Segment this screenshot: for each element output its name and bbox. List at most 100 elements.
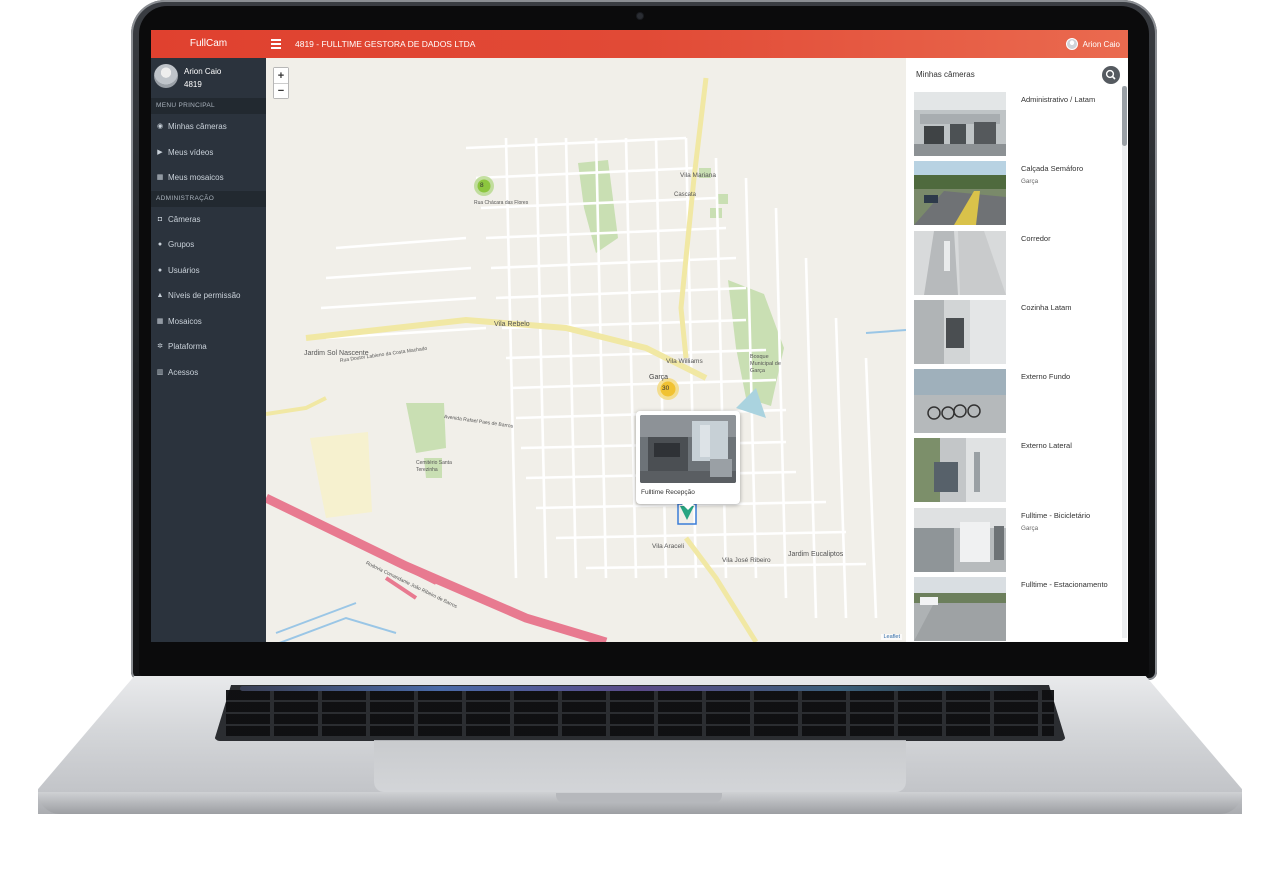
cameras-panel: Minhas câmeras Administrativo / Latam Ca… bbox=[906, 58, 1128, 642]
map-attribution-link[interactable]: Leaflet bbox=[881, 634, 902, 640]
bosque-area bbox=[728, 280, 784, 406]
grid-icon: ▦ bbox=[156, 317, 164, 325]
camera-thumbnail[interactable] bbox=[914, 230, 1006, 295]
play-icon: ▶ bbox=[157, 148, 163, 156]
sidebar-item-meus-mosaicos[interactable]: ▦ Meus mosaicos bbox=[151, 165, 266, 191]
scrollbar-thumb[interactable] bbox=[1122, 86, 1127, 146]
camera-list: Administrativo / Latam Calçada Semáforo … bbox=[906, 90, 1124, 642]
camera-list-item[interactable]: Calçada Semáforo Garça bbox=[906, 159, 1124, 228]
search-button[interactable] bbox=[1102, 66, 1120, 84]
popup-tip bbox=[681, 503, 695, 510]
camera-thumbnail[interactable] bbox=[914, 577, 1006, 642]
camera-list-item[interactable]: Corredor bbox=[906, 229, 1124, 298]
company-title: 4819 - FULLTIME GESTORA DE DADOS LTDA bbox=[295, 39, 476, 49]
sidebar-item-mosaicos[interactable]: ▦ Mosaicos bbox=[151, 309, 266, 335]
sidebar-item-plataforma[interactable]: ✲ Plataforma bbox=[151, 334, 266, 360]
menu-toggle-icon[interactable] bbox=[271, 37, 281, 51]
camera-list-item[interactable]: Externo Lateral bbox=[906, 436, 1124, 505]
webcam-icon bbox=[637, 13, 643, 19]
map-label: Vila José Ribeiro bbox=[722, 557, 771, 564]
map-label: Vila Mariana bbox=[680, 172, 717, 179]
user-menu[interactable]: Arion Caio bbox=[1065, 30, 1120, 58]
camera-list-item[interactable]: Externo Fundo bbox=[906, 367, 1124, 436]
brand-logo[interactable]: FullCam bbox=[151, 30, 266, 58]
trackpad bbox=[374, 740, 906, 792]
camera-name: Fulltime - Bicicletário bbox=[1021, 510, 1091, 520]
sidebar-item-label: Níveis de permissão bbox=[168, 291, 241, 300]
cemetery-area bbox=[406, 403, 446, 453]
sidebar-item-label: Grupos bbox=[168, 240, 195, 249]
search-icon bbox=[1105, 69, 1116, 80]
street-grid bbox=[320, 136, 878, 619]
camera-location: Garça bbox=[1021, 524, 1039, 532]
sidebar-item-label: Câmeras bbox=[168, 214, 201, 224]
river-east bbox=[865, 329, 906, 334]
camera-thumbnail[interactable] bbox=[914, 161, 1006, 226]
sidebar-item-niveis[interactable]: ▲ Níveis de permissão bbox=[151, 283, 266, 309]
sidebar-item-label: Minhas câmeras bbox=[168, 122, 227, 131]
sidebar: Arion Caio 4819 MENU PRINCIPAL ◉ Minhas c… bbox=[151, 58, 266, 642]
cogs-icon: ✲ bbox=[157, 343, 163, 350]
map-label: Garça bbox=[649, 374, 669, 381]
camera-popup[interactable]: Fulltime Recepção bbox=[636, 411, 740, 510]
bar-chart-icon: ▥ bbox=[156, 368, 164, 376]
users-icon: ● bbox=[157, 241, 163, 248]
cluster-label-8[interactable]: 8 bbox=[480, 182, 484, 189]
sidebar-item-minhas-cameras[interactable]: ◉ Minhas câmeras bbox=[151, 114, 266, 140]
stage: FullCam 4819 - FULLTIME GESTORA DE DADOS… bbox=[0, 0, 1279, 878]
map-label: Rua Chácara das Flores bbox=[474, 200, 529, 206]
camera-name: Externo Lateral bbox=[1021, 441, 1072, 451]
camera-list-item[interactable]: Fulltime - Estacionamento bbox=[906, 575, 1124, 642]
camera-name: Fulltime - Estacionamento bbox=[1021, 580, 1108, 590]
camera-list-item[interactable]: Cozinha Latam bbox=[906, 298, 1124, 367]
map[interactable]: 8 30 Vila Mariana Vila Rebelo Jardim Sol… bbox=[266, 58, 906, 642]
camera-thumbnail[interactable] bbox=[914, 369, 1006, 434]
camera-name: Calçada Semáforo bbox=[1021, 164, 1084, 174]
sand-area bbox=[310, 432, 372, 518]
sidebar-item-cameras[interactable]: ◘ Câmeras bbox=[151, 207, 266, 233]
map-label: Vila Araceli bbox=[652, 543, 685, 550]
camera-list-scrollbar[interactable] bbox=[1122, 86, 1127, 638]
west-road bbox=[266, 396, 327, 416]
touch-bar bbox=[240, 686, 1040, 691]
map-label: Jardim Eucaliptos bbox=[788, 551, 844, 558]
sidebar-item-acessos[interactable]: ▥ Acessos bbox=[151, 360, 266, 386]
cameras-panel-title: Minhas câmeras bbox=[916, 70, 975, 79]
lock-icon: ▲ bbox=[156, 292, 164, 299]
topbar: FullCam 4819 - FULLTIME GESTORA DE DADOS… bbox=[151, 30, 1128, 58]
camera-name: Externo Fundo bbox=[1021, 372, 1071, 382]
avatar bbox=[154, 64, 178, 88]
sidebar-item-grupos[interactable]: ● Grupos bbox=[151, 232, 266, 258]
profile-code: 4819 bbox=[184, 80, 202, 89]
zoom-control: + − bbox=[273, 67, 289, 99]
zoom-in-button[interactable]: + bbox=[274, 68, 288, 83]
camera-thumbnail[interactable] bbox=[914, 507, 1006, 572]
camera-list-item[interactable]: Fulltime - Bicicletário Garça bbox=[906, 506, 1124, 575]
sidebar-item-usuarios[interactable]: ● Usuários bbox=[151, 258, 266, 284]
cluster-label-30[interactable]: 30 bbox=[662, 385, 669, 392]
camera-list-item[interactable]: Administrativo / Latam bbox=[906, 90, 1124, 159]
north-road bbox=[678, 77, 709, 359]
camera-thumbnail[interactable] bbox=[914, 92, 1006, 156]
map-label: Cemitério Santa Terezinha bbox=[416, 460, 452, 473]
grid-icon: ▦ bbox=[156, 174, 164, 181]
camera-name: Corredor bbox=[1021, 233, 1051, 243]
zoom-out-button[interactable]: − bbox=[274, 83, 288, 98]
user-menu-name: Arion Caio bbox=[1082, 39, 1120, 49]
map-label: Bosque Municipal de Garça bbox=[750, 354, 781, 374]
popup-camera-thumbnail[interactable] bbox=[640, 415, 736, 483]
camera-icon: ◘ bbox=[157, 215, 163, 223]
camera-name: Administrativo / Latam bbox=[1021, 95, 1096, 104]
sidebar-item-label: Meus mosaicos bbox=[168, 173, 224, 182]
sidebar-item-meus-videos[interactable]: ▶ Meus vídeos bbox=[151, 140, 266, 166]
camera-thumbnail[interactable] bbox=[914, 438, 1006, 503]
south-road bbox=[684, 536, 759, 642]
map-label: Vila Rebelo bbox=[494, 321, 530, 328]
sidebar-item-label: Usuários bbox=[168, 265, 200, 275]
camera-thumbnail[interactable] bbox=[914, 299, 1006, 364]
dashboard-icon: ◉ bbox=[156, 123, 164, 130]
avatar-icon bbox=[1065, 38, 1078, 50]
map-label: Vila Williams bbox=[666, 358, 703, 365]
camera-location: Garça bbox=[1021, 178, 1039, 186]
profile-name: Arion Caio bbox=[184, 67, 222, 76]
